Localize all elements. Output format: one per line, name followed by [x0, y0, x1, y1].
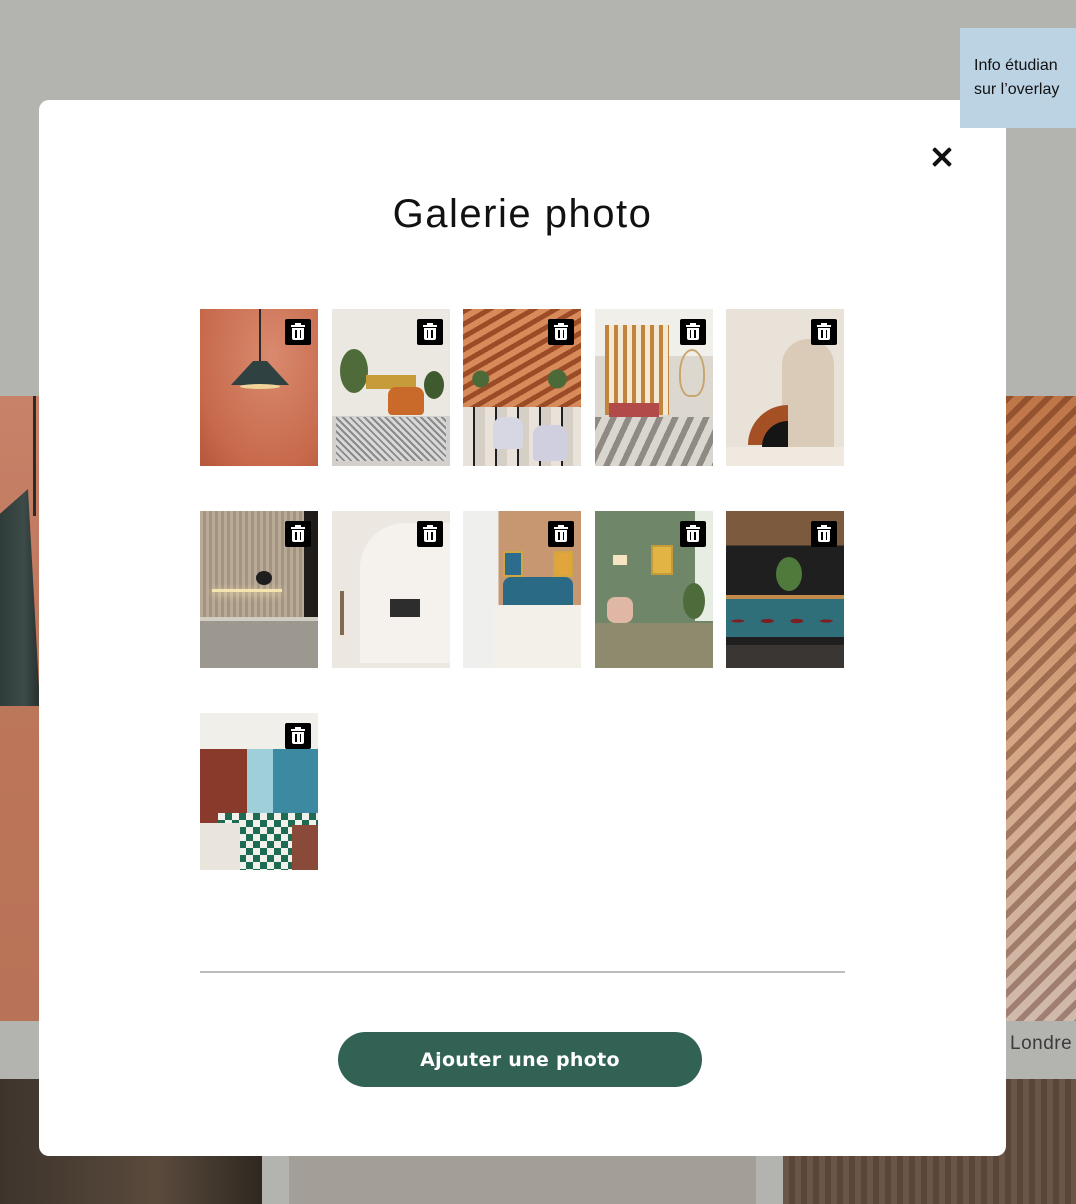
- trash-icon[interactable]: [679, 521, 706, 547]
- close-icon[interactable]: [929, 144, 955, 170]
- background-project-caption: Londre: [1010, 1033, 1073, 1054]
- trash-icon[interactable]: [811, 521, 837, 547]
- student-note-line: sur l’overlay: [974, 81, 1060, 98]
- trash-icon[interactable]: [811, 319, 837, 345]
- gallery-photo[interactable]: [594, 309, 713, 466]
- gallery-photo[interactable]: [331, 309, 450, 466]
- gallery-photo[interactable]: [463, 511, 581, 668]
- gallery-photo[interactable]: [331, 511, 450, 668]
- gallery-photo[interactable]: [726, 309, 844, 466]
- trash-icon[interactable]: [679, 319, 706, 345]
- add-photo-button[interactable]: Ajouter une photo: [338, 1032, 702, 1087]
- gallery-photo[interactable]: [463, 309, 581, 466]
- photo-gallery-modal: Galerie photo Ajouter une photo: [39, 100, 1006, 1156]
- gallery-photo[interactable]: [200, 511, 318, 668]
- background-lamp-cord: [33, 396, 36, 516]
- trash-icon[interactable]: [416, 319, 443, 345]
- trash-icon[interactable]: [285, 521, 311, 547]
- gallery-photo[interactable]: [200, 713, 318, 870]
- gallery-photo[interactable]: [726, 511, 844, 668]
- gallery-photo[interactable]: [200, 309, 318, 466]
- background-project-image-right: [1006, 396, 1076, 1021]
- divider: [200, 971, 845, 973]
- trash-icon[interactable]: [285, 723, 311, 749]
- trash-icon[interactable]: [416, 521, 443, 547]
- trash-icon[interactable]: [548, 319, 574, 345]
- student-note-line: Info étudian: [974, 57, 1058, 74]
- modal-title: Galerie photo: [392, 192, 653, 236]
- student-info-note: Info étudian sur l’overlay: [960, 28, 1076, 128]
- gallery-photo[interactable]: [594, 511, 713, 668]
- photo-grid: [200, 309, 850, 870]
- trash-icon[interactable]: [285, 319, 311, 345]
- trash-icon[interactable]: [548, 521, 574, 547]
